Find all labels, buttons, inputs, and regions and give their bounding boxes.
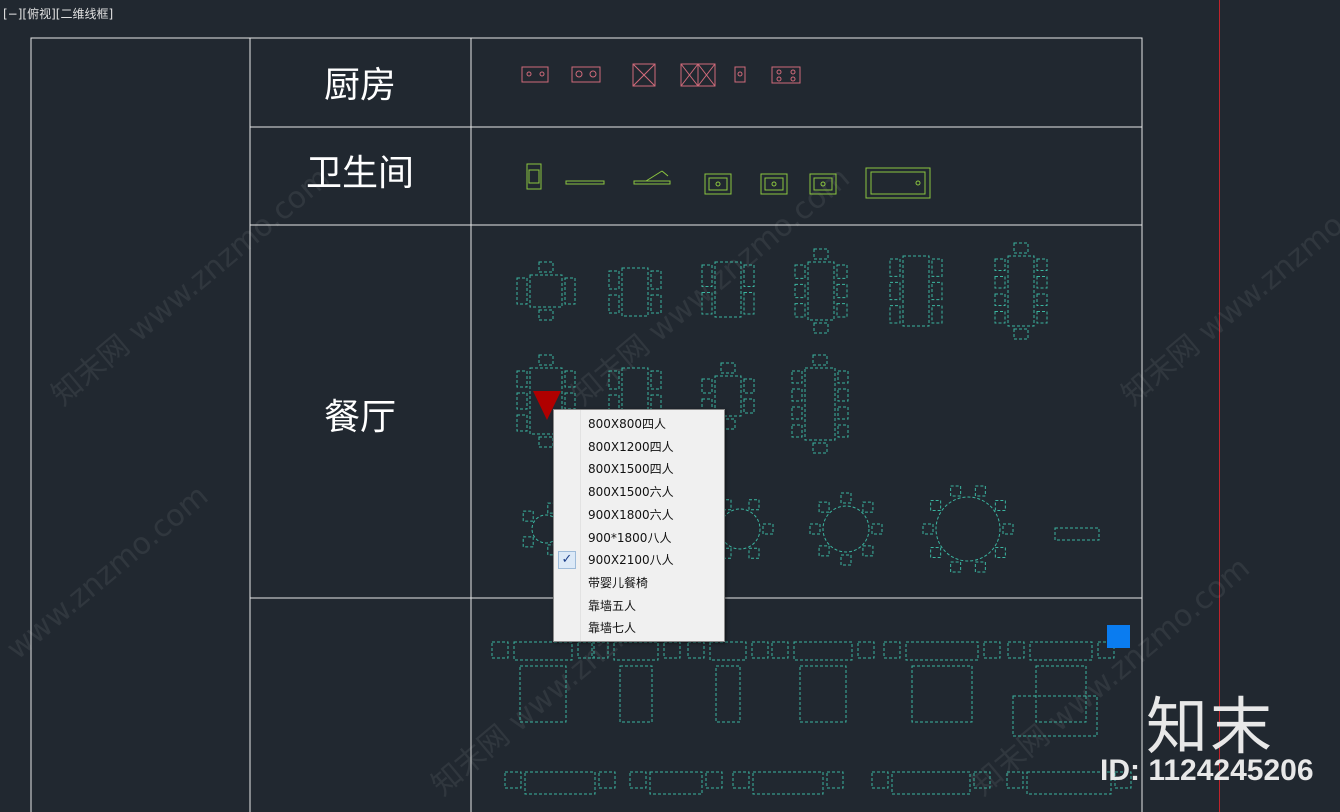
- menu-item[interactable]: 800X800四人: [554, 413, 724, 435]
- sofa-set-block[interactable]: [491, 641, 595, 723]
- sofa-set-block[interactable]: [687, 641, 769, 723]
- dining-table-block[interactable]: [994, 242, 1048, 340]
- table-extension-block[interactable]: [1012, 695, 1098, 737]
- menu-item[interactable]: 带婴儿餐椅: [554, 572, 724, 594]
- watermark-brand: 知末: [1146, 690, 1275, 763]
- menu-item[interactable]: 靠墙五人: [554, 595, 724, 617]
- sofa-block[interactable]: [504, 771, 616, 795]
- menu-item-label: 900*1800八人: [588, 530, 672, 545]
- menu-item-label: 900X2100八人: [588, 553, 674, 568]
- row-label-kitchen: 厨房: [323, 65, 396, 106]
- cad-drawing-canvas[interactable]: [0, 0, 1340, 812]
- sofa-set-block[interactable]: [883, 641, 1001, 723]
- basin-block[interactable]: [809, 173, 837, 195]
- dining-table-block[interactable]: [889, 255, 943, 327]
- visibility-states-menu: 800X800四人 800X1200四人 800X1500四人 800X1500六人 9…: [553, 409, 725, 642]
- blue-grip-icon[interactable]: [1107, 625, 1130, 648]
- dining-table-block[interactable]: [791, 354, 849, 454]
- menu-item[interactable]: 900X1800六人: [554, 504, 724, 526]
- bathtub-block[interactable]: [865, 167, 931, 199]
- menu-item-label: 800X1500四人: [588, 462, 674, 477]
- menu-item[interactable]: ✓ 900X2100八人: [554, 549, 724, 571]
- stove-block[interactable]: [571, 66, 601, 83]
- menu-item-label: 靠墙五人: [588, 598, 637, 613]
- menu-item[interactable]: 靠墙七人: [554, 617, 724, 639]
- bathtub-side-block[interactable]: [633, 170, 671, 185]
- dining-table-block[interactable]: [608, 267, 662, 317]
- dining-table-block[interactable]: [701, 261, 755, 318]
- basin-block[interactable]: [704, 173, 732, 195]
- menu-item-label: 900X1800六人: [588, 507, 674, 522]
- menu-item-label: 800X800四人: [588, 417, 667, 431]
- sofa-block[interactable]: [629, 771, 723, 795]
- menu-item-label: 靠墙七人: [588, 621, 637, 636]
- sink-block[interactable]: [521, 66, 549, 83]
- row-label-dining: 餐厅: [323, 397, 396, 438]
- menu-item-label: 800X1500六人: [588, 485, 674, 500]
- basin-block[interactable]: [760, 173, 788, 195]
- menu-item-label: 带婴儿餐椅: [588, 575, 649, 590]
- checkmark-icon: ✓: [558, 551, 576, 570]
- sofa-block[interactable]: [732, 771, 844, 795]
- watermark-id: ID: 1124245206: [1100, 754, 1314, 787]
- menu-item[interactable]: 800X1200四人: [554, 436, 724, 458]
- menu-item[interactable]: 800X1500六人: [554, 481, 724, 503]
- menu-item-label: 800X1200四人: [588, 439, 674, 454]
- menu-item[interactable]: 900*1800八人: [554, 527, 724, 549]
- sofa-set-block[interactable]: [1007, 641, 1115, 723]
- sofa-block[interactable]: [871, 771, 991, 795]
- row-label-bathroom: 卫生间: [305, 153, 414, 194]
- sofa-set-block[interactable]: [771, 641, 875, 723]
- dining-table-block[interactable]: [516, 261, 576, 321]
- cabinet-double-block[interactable]: [680, 63, 716, 87]
- dining-table-block[interactable]: [794, 248, 848, 334]
- bench-block[interactable]: [1054, 527, 1100, 541]
- menu-item[interactable]: 800X1500四人: [554, 458, 724, 480]
- round-table-block[interactable]: [922, 485, 1014, 573]
- sofa-set-block[interactable]: [591, 641, 681, 723]
- shower-bar-block[interactable]: [565, 180, 605, 185]
- round-table-block[interactable]: [809, 492, 883, 566]
- toilet-block[interactable]: [526, 163, 542, 190]
- small-sink-block[interactable]: [734, 66, 746, 83]
- cabinet-block[interactable]: [632, 63, 656, 87]
- cooktop-block[interactable]: [771, 66, 801, 84]
